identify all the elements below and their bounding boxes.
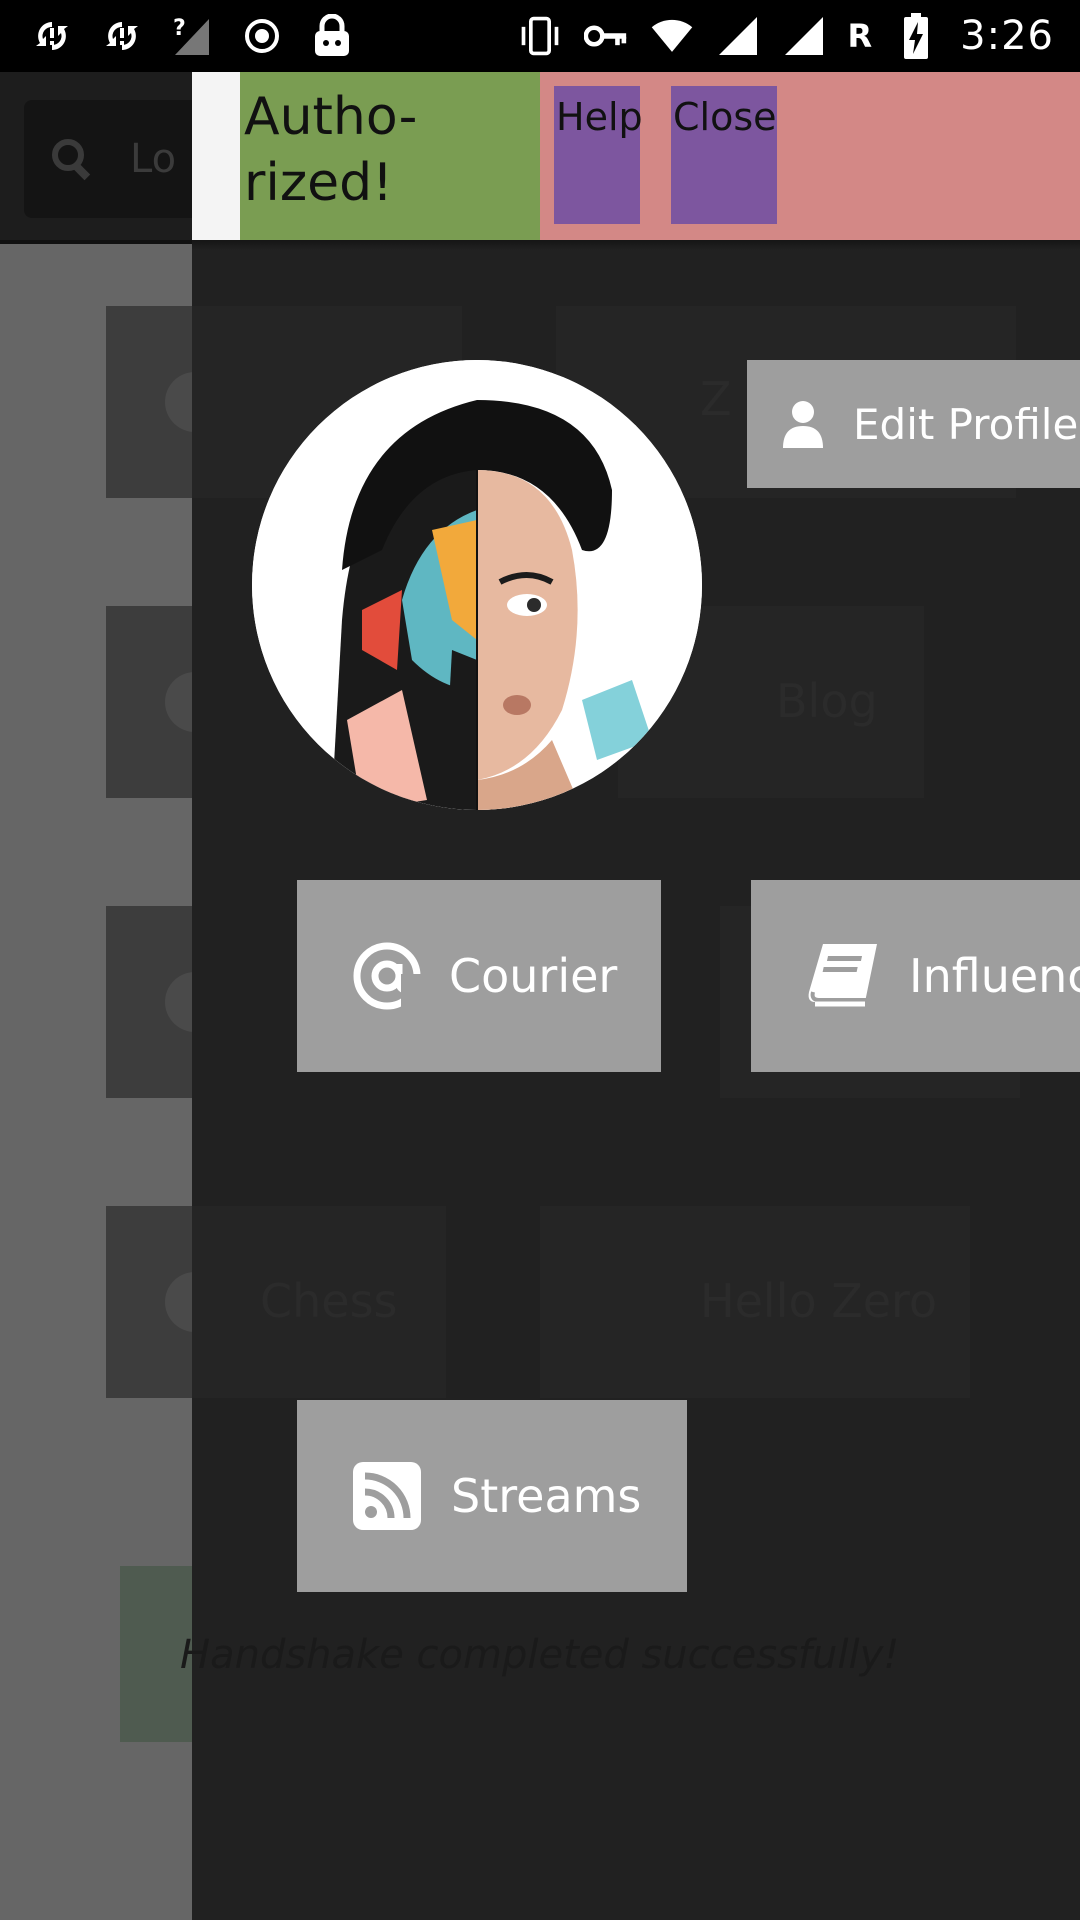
edit-profile-button[interactable]: Edit Profile [747, 360, 1080, 488]
profile-avatar[interactable] [252, 360, 702, 810]
at-sign-icon [353, 942, 421, 1010]
signal-icon [716, 14, 760, 58]
book-icon [808, 944, 877, 1007]
background-search-placeholder: Lo [130, 136, 177, 182]
wifi-icon [650, 14, 694, 58]
drawer-item-courier[interactable]: Courier [297, 880, 661, 1072]
authorization-message-box: Autho- rized! [240, 72, 540, 240]
status-bar: ? R 3:26 [0, 0, 1080, 72]
ghost-label: Chess [260, 1274, 398, 1328]
record-icon [240, 14, 284, 58]
drawer-item-label: Influence [909, 949, 1080, 1003]
status-icons-left: ? [30, 0, 354, 72]
avatar-portrait [252, 360, 702, 810]
toast-message: Handshake completed successfully! [180, 1632, 900, 1678]
drawer-item-label: Courier [449, 949, 618, 1003]
vibrate-icon [518, 14, 562, 58]
rss-icon [353, 1462, 421, 1530]
authorization-message: Autho- rized! [244, 87, 418, 213]
user-icon [783, 401, 823, 448]
battery-charging-icon [894, 13, 938, 59]
drawer-top-shadow [192, 240, 1080, 250]
authorization-banner: Autho- rized! Help Close [192, 72, 1080, 240]
roaming-indicator: R [847, 17, 873, 55]
drawer-item-label: Streams [451, 1469, 642, 1523]
key-icon [583, 14, 628, 58]
svg-text:?: ? [173, 16, 186, 41]
status-time: 3:26 [960, 13, 1054, 59]
search-icon [52, 139, 91, 181]
status-icons-right: R 3:26 [518, 0, 1054, 72]
sync-alert-icon [30, 14, 74, 58]
close-button[interactable]: Close [671, 86, 777, 224]
banner-left-edge [192, 72, 240, 240]
signal-icon [782, 14, 826, 58]
sync-alert-icon [100, 14, 144, 58]
ghost-label: Hello Zero [700, 1274, 938, 1328]
drawer-item-streams[interactable]: Streams [297, 1400, 687, 1592]
drawer-item-influence[interactable]: Influence [751, 880, 1080, 1072]
ghost-label: Z [700, 372, 732, 426]
no-signal-icon: ? [170, 14, 214, 58]
edit-profile-label: Edit Profile [853, 399, 1079, 449]
help-button[interactable]: Help [554, 86, 643, 224]
vpn-lock-icon [310, 14, 354, 58]
ghost-label: Blog [776, 674, 878, 728]
